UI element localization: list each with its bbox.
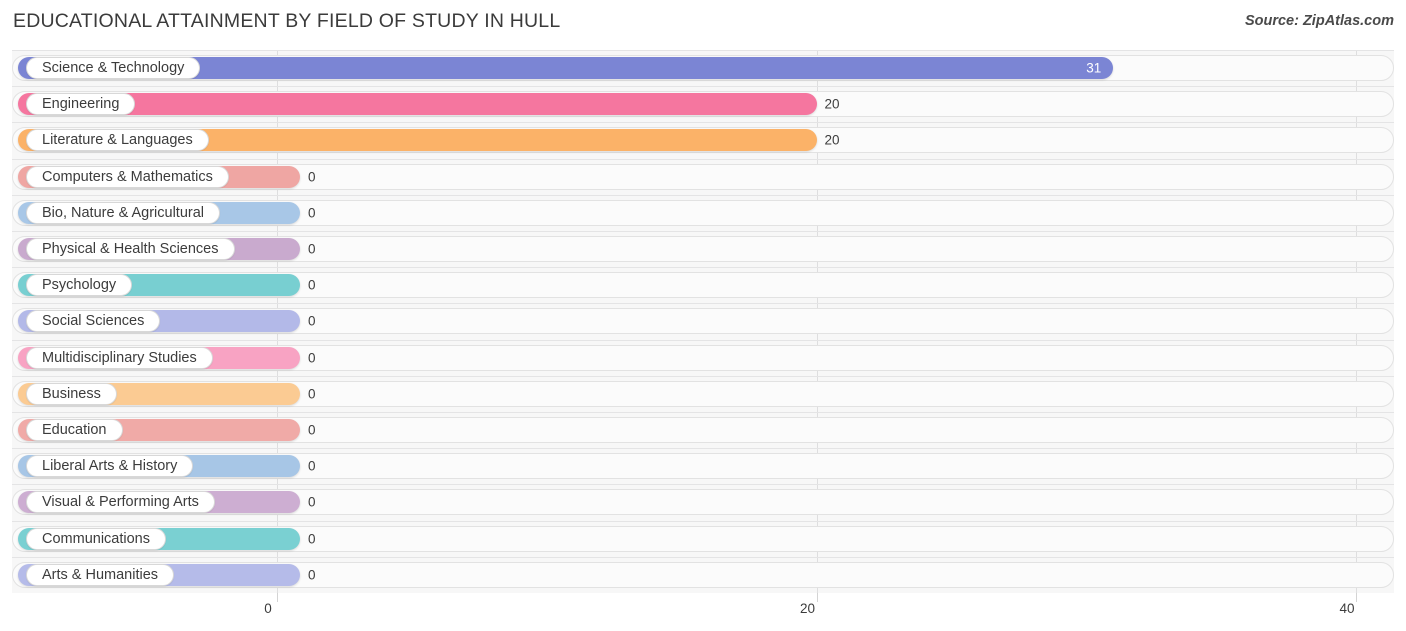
bar-value-label: 0 xyxy=(308,458,316,474)
bar-row[interactable]: 0 Social Sciences xyxy=(0,303,1406,339)
bar-value-label: 0 xyxy=(308,531,316,547)
x-tick-label: 20 xyxy=(799,601,816,616)
bar-row[interactable]: 0 Multidisciplinary Studies xyxy=(0,339,1406,376)
category-label: Social Sciences xyxy=(26,310,161,333)
category-label: Engineering xyxy=(26,93,136,116)
category-label: Visual & Performing Arts xyxy=(26,491,215,514)
bar-row[interactable]: 31 Science & Technology xyxy=(0,50,1406,86)
bar-value-label: 0 xyxy=(308,386,316,402)
bar-row[interactable]: 0 Communications xyxy=(0,520,1406,557)
bar-value-label: 0 xyxy=(308,205,316,221)
bar-row[interactable]: 20 Literature & Languages xyxy=(0,122,1406,158)
row-separator xyxy=(12,267,1394,269)
row-separator xyxy=(12,86,1394,88)
row-separator xyxy=(12,339,1394,341)
row-separator xyxy=(12,158,1394,160)
bar-value-label: 0 xyxy=(308,241,316,257)
category-label: Bio, Nature & Agricultural xyxy=(26,201,220,224)
page-title: EDUCATIONAL ATTAINMENT BY FIELD OF STUDY… xyxy=(13,10,561,32)
bar-row[interactable]: 0 Arts & Humanities xyxy=(0,556,1406,593)
category-label: Physical & Health Sciences xyxy=(26,238,235,261)
category-label: Science & Technology xyxy=(26,57,201,80)
category-label: Multidisciplinary Studies xyxy=(26,346,213,369)
category-label: Education xyxy=(26,419,123,442)
category-label: Business xyxy=(26,382,117,405)
bar-value-label: 0 xyxy=(308,350,316,366)
bar-value-label: 20 xyxy=(824,96,840,112)
source-attribution: Source: ZipAtlas.com xyxy=(1244,13,1394,29)
category-label: Computers & Mathematics xyxy=(26,165,229,188)
bar-value-label: 31 xyxy=(1086,60,1102,76)
category-label: Communications xyxy=(26,527,166,550)
x-tick-label: 0 xyxy=(264,601,272,616)
bar-value-label: 0 xyxy=(308,422,316,438)
bar-row[interactable]: 0 Visual & Performing Arts xyxy=(0,484,1406,520)
x-tick-label: 40 xyxy=(1339,601,1355,616)
bar-value-label: 20 xyxy=(824,132,840,148)
bar-row[interactable]: 0 Psychology xyxy=(0,267,1406,303)
bar-row[interactable]: 0 Liberal Arts & History xyxy=(0,448,1406,484)
row-separator xyxy=(12,520,1394,522)
category-label: Liberal Arts & History xyxy=(26,455,194,478)
bar-value-label: 0 xyxy=(308,169,316,185)
row-separator xyxy=(12,194,1394,196)
row-separator xyxy=(12,484,1394,486)
chart-header: EDUCATIONAL ATTAINMENT BY FIELD OF STUDY… xyxy=(0,0,1406,44)
row-separator xyxy=(12,448,1394,450)
bar-row[interactable]: 0 Education xyxy=(0,412,1406,448)
category-label: Arts & Humanities xyxy=(26,563,175,586)
bar-row[interactable]: 0 Computers & Mathematics xyxy=(0,158,1406,195)
bar-value-label: 0 xyxy=(308,494,316,510)
bar-value-label: 0 xyxy=(308,313,316,329)
bar-value-label: 0 xyxy=(308,567,316,583)
bar-row[interactable]: 0 Bio, Nature & Agricultural xyxy=(0,194,1406,231)
x-tick-mark xyxy=(277,593,278,602)
row-separator xyxy=(12,231,1394,232)
category-label: Literature & Languages xyxy=(26,129,209,152)
x-tick-mark xyxy=(816,593,818,602)
category-label: Psychology xyxy=(26,274,133,297)
bar-row[interactable]: 20 Engineering xyxy=(0,86,1406,122)
chart-plot-area: 31 Science & Technology 20 Engineering 20 Lit… xyxy=(0,50,1406,593)
bar-row[interactable]: 0 Business xyxy=(0,375,1406,412)
bar[interactable] xyxy=(18,93,817,116)
row-separator xyxy=(12,375,1394,377)
row-separator xyxy=(12,122,1394,124)
bar-rows: 31 Science & Technology 20 Engineering 20 Lit… xyxy=(0,50,1406,593)
x-tick-mark xyxy=(1356,593,1357,602)
row-separator xyxy=(12,556,1394,558)
bar-value-label: 0 xyxy=(308,277,316,293)
row-separator xyxy=(12,412,1394,413)
row-separator xyxy=(12,50,1394,51)
row-separator xyxy=(12,303,1394,305)
x-axis: 0 20 40 xyxy=(0,593,1406,631)
bar-row[interactable]: 0 Physical & Health Sciences xyxy=(0,231,1406,267)
